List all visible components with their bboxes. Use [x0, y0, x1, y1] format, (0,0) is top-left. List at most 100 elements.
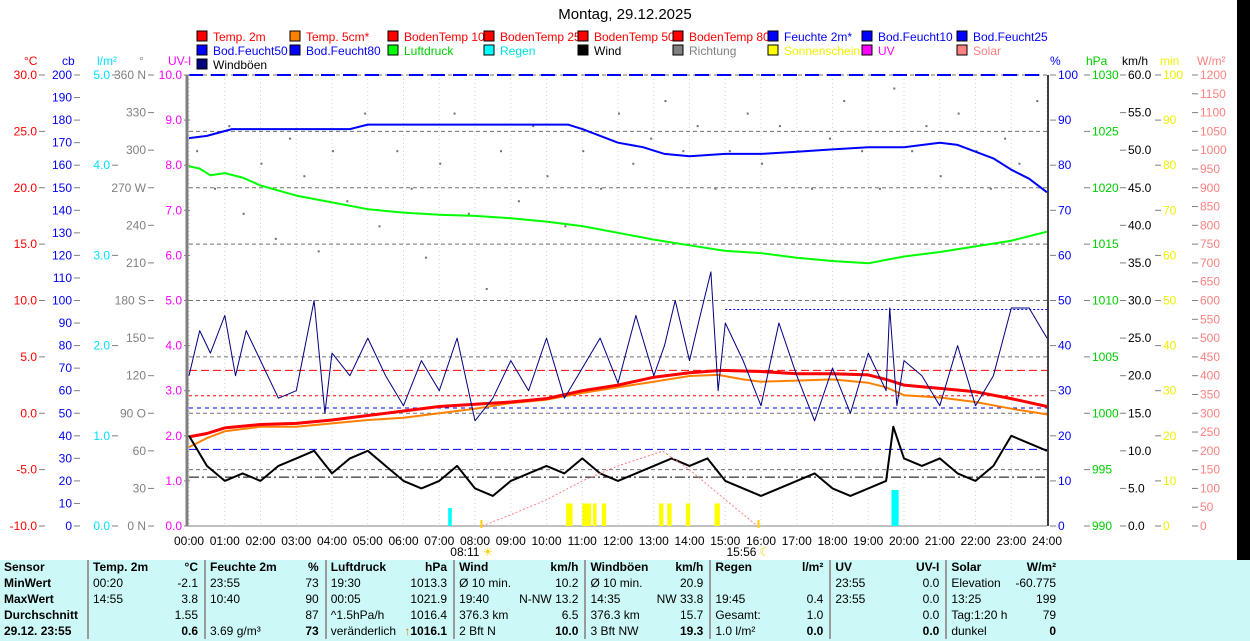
wind-direction-point — [650, 137, 653, 140]
axis-tick-label-temp: -5.0 — [16, 463, 37, 477]
cell-text: 1016.1 — [410, 623, 448, 638]
table-cell: 23:55 — [829, 591, 899, 608]
x-tick-label: 21:00 — [925, 534, 955, 548]
axis-tick-label-sun: 90 — [1163, 113, 1177, 127]
wind-direction-point — [396, 150, 399, 153]
axis-tick-label-cb: 70 — [59, 361, 73, 375]
axis-tick-label-sun: 50 — [1163, 294, 1177, 308]
table-row: MinWert 00:20 -2.1 23:55 73 19:30 1013.3 Ø 10 m… — [0, 575, 1062, 592]
table-cell: 0.4 — [782, 592, 830, 608]
cell-text: 87 — [305, 607, 319, 622]
cell-text: 10.0 — [555, 623, 579, 638]
axis-tick-label-cb: 90 — [59, 316, 73, 330]
x-tick-label: 11:00 — [568, 534, 597, 548]
table-cell: 73 — [281, 576, 326, 592]
legend-swatch — [767, 30, 779, 42]
cell-text: -60.775 — [1015, 576, 1057, 591]
cell-text: Windböen — [590, 560, 649, 575]
table-cell: 87 — [281, 607, 326, 623]
sunset-icon: ☾ — [759, 545, 770, 559]
regen-bar — [891, 489, 899, 526]
cell-text: 0.0 — [922, 623, 940, 638]
axis-tick-label-sun: 20 — [1163, 429, 1177, 443]
axis-tick-label-solar: 700 — [1200, 256, 1220, 270]
table-cell — [709, 575, 783, 592]
wind-direction-point — [546, 175, 549, 178]
x-tick-label: 18:00 — [817, 534, 847, 548]
axis-tick-label-press: 1000 — [1092, 406, 1119, 420]
axis-tick-label-solar: 50 — [1200, 500, 1214, 514]
table-cell: 0.0 — [782, 623, 830, 639]
cell-text: 29.12. 23:55 — [4, 623, 72, 638]
axis-tick-label-uv: 4.0 — [165, 339, 182, 353]
cell-text: Elevation — [951, 576, 1001, 591]
cell-text: 0.6 — [181, 623, 198, 638]
cell-text: 376.3 km — [459, 607, 509, 622]
cell-text: % — [308, 560, 319, 575]
axis-tick-label-solar: 100 — [1200, 481, 1220, 495]
sonnenschein-bar — [601, 503, 607, 526]
axis-tick-label-cb: 50 — [59, 406, 73, 420]
wind-direction-point — [564, 225, 567, 228]
cell-text: 23:55 — [210, 576, 241, 591]
axis-tick-label-wind: 20.0 — [1128, 369, 1152, 383]
axis-unit-hum: % — [1050, 54, 1061, 68]
cell-text: Durchschnitt — [4, 607, 79, 622]
x-tick-label: 09:00 — [496, 534, 526, 548]
table-cell: 0 — [1011, 623, 1062, 639]
legend-label: Luftdruck — [404, 44, 454, 58]
x-tick-label: 14:00 — [674, 534, 704, 548]
wind-direction-point — [939, 175, 942, 178]
axis-tick-label-hum: 0 — [1058, 519, 1065, 533]
cell-text: 0 — [1049, 623, 1057, 638]
wind-direction-point — [378, 225, 381, 228]
wind-direction-point — [260, 162, 263, 165]
axis-tick-label-temp: -10.0 — [10, 519, 38, 533]
table-cell: ↑1016.1 — [400, 623, 454, 639]
axis-tick-label-solar: 400 — [1200, 369, 1220, 383]
table-cell: ^1.5hPa/h — [324, 607, 401, 624]
table-cell: -60.775 — [1011, 576, 1062, 592]
wind-direction-point — [911, 150, 914, 153]
table-cell: 10.0 — [515, 623, 585, 639]
x-tick-label: 02:00 — [245, 534, 275, 548]
cell-text: Feuchte 2m — [210, 560, 277, 575]
wind-direction-point — [878, 187, 881, 190]
wind-direction-point — [582, 150, 585, 153]
table-cell — [87, 607, 160, 624]
legend-swatch — [767, 44, 779, 56]
table-cell: Luftdruck — [324, 560, 401, 576]
x-tick-label: 06:00 — [388, 534, 418, 548]
table-cell: Gesamt: — [709, 607, 783, 624]
cell-text: 19:30 — [330, 576, 361, 591]
cell-text: 79 — [1042, 607, 1057, 622]
wind-direction-point — [664, 100, 667, 103]
table-row: MaxWert 14:55 3.8 10:40 90 00:05 1021.9 19:40 N-… — [0, 591, 1062, 608]
axis-tick-label-wind: 45.0 — [1128, 181, 1152, 195]
legend-label: Bod.Feucht25 — [973, 30, 1048, 44]
legend-swatch — [196, 44, 208, 56]
axis-tick-label-solar: 1050 — [1200, 124, 1227, 138]
axis-tick-label-hum: 60 — [1058, 248, 1072, 262]
legend-swatch — [672, 44, 684, 56]
x-tick-label: 03:00 — [281, 534, 311, 548]
cell-text: Solar — [951, 560, 982, 575]
weather-chart: Temp. 2m Temp. 5cm* BodenTemp 10 BodenTemp … — [10, 30, 1227, 559]
cell-text: 1016.4 — [410, 607, 448, 622]
wind-direction-point — [332, 150, 334, 153]
axis-tick-label-uv: 6.0 — [165, 248, 182, 262]
axis-tick-label-cb: 20 — [59, 474, 73, 488]
axis-tick-label-temp: 0.0 — [20, 406, 37, 420]
wind-direction-point — [778, 125, 781, 128]
row-label: 29.12. 23:55 — [0, 623, 88, 639]
table-cell: 19:40 — [453, 591, 516, 608]
axis-tick-label-dir: 60 — [133, 444, 147, 458]
axis-tick-label-dir: 120 — [126, 369, 146, 383]
cell-text: 1.0 l/m² — [715, 623, 756, 638]
cell-text: 1021.9 — [410, 591, 448, 606]
wind-direction-point — [410, 187, 413, 190]
axis-tick-label-cb: 140 — [52, 203, 72, 217]
sonnenschein-bar — [659, 503, 664, 526]
wind-direction-point — [1004, 137, 1007, 140]
sunrise-time: 08:11 — [450, 545, 479, 559]
